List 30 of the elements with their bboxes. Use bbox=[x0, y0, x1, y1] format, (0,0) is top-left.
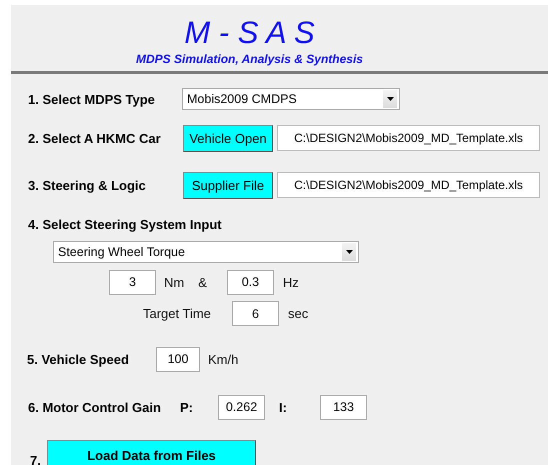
vehicle-file-path-field[interactable]: C:\DESIGN2\Mobis2009_MD_Template.xls bbox=[277, 125, 540, 151]
i-gain-field[interactable]: 133 bbox=[320, 394, 367, 420]
supplier-file-path-field[interactable]: C:\DESIGN2\Mobis2009_MD_Template.xls bbox=[277, 172, 540, 198]
p-gain-label: P: bbox=[180, 400, 194, 414]
app-title: M - S A S bbox=[184, 17, 315, 49]
amplitude-unit: Nm bbox=[164, 274, 184, 290]
motor-gain-label: 6. Motor Control Gain bbox=[28, 400, 162, 414]
mdps-type-dropdown[interactable]: Mobis2009 CMDPS bbox=[182, 88, 400, 110]
speed-unit: Km/h bbox=[208, 352, 238, 366]
target-time-field[interactable]: 6 bbox=[232, 301, 279, 326]
p-gain-field[interactable]: 0.262 bbox=[218, 394, 265, 420]
target-time-unit: sec bbox=[288, 306, 308, 321]
vehicle-speed-field[interactable]: 100 bbox=[156, 346, 200, 372]
supplier-file-button[interactable]: Supplier File bbox=[183, 172, 273, 198]
vehicle-open-button[interactable]: Vehicle Open bbox=[183, 124, 273, 152]
steering-input-dropdown[interactable]: Steering Wheel Torque bbox=[53, 240, 359, 262]
target-time-label: Target Time bbox=[143, 306, 212, 321]
vehicle-speed-label: 5. Vehicle Speed bbox=[27, 352, 130, 366]
frequency-field[interactable]: 0.3 bbox=[226, 270, 274, 294]
i-gain-label: I: bbox=[279, 400, 288, 414]
joiner-text: & bbox=[198, 274, 207, 290]
steering-logic-label: 3. Steering & Logic bbox=[28, 178, 147, 192]
car-label: 2. Select A HKMC Car bbox=[28, 130, 162, 146]
load-data-button[interactable]: Load Data from Files bbox=[47, 440, 256, 465]
frequency-unit: Hz bbox=[282, 274, 299, 290]
mdps-type-label: 1. Select MDPS Type bbox=[28, 92, 156, 106]
amplitude-field[interactable]: 3 bbox=[109, 270, 156, 294]
steering-input-label: 4. Select Steering System Input bbox=[28, 216, 222, 232]
step-number: 7. bbox=[30, 453, 42, 465]
app-subtitle: MDPS Simulation, Analysis & Synthesis bbox=[136, 52, 363, 66]
